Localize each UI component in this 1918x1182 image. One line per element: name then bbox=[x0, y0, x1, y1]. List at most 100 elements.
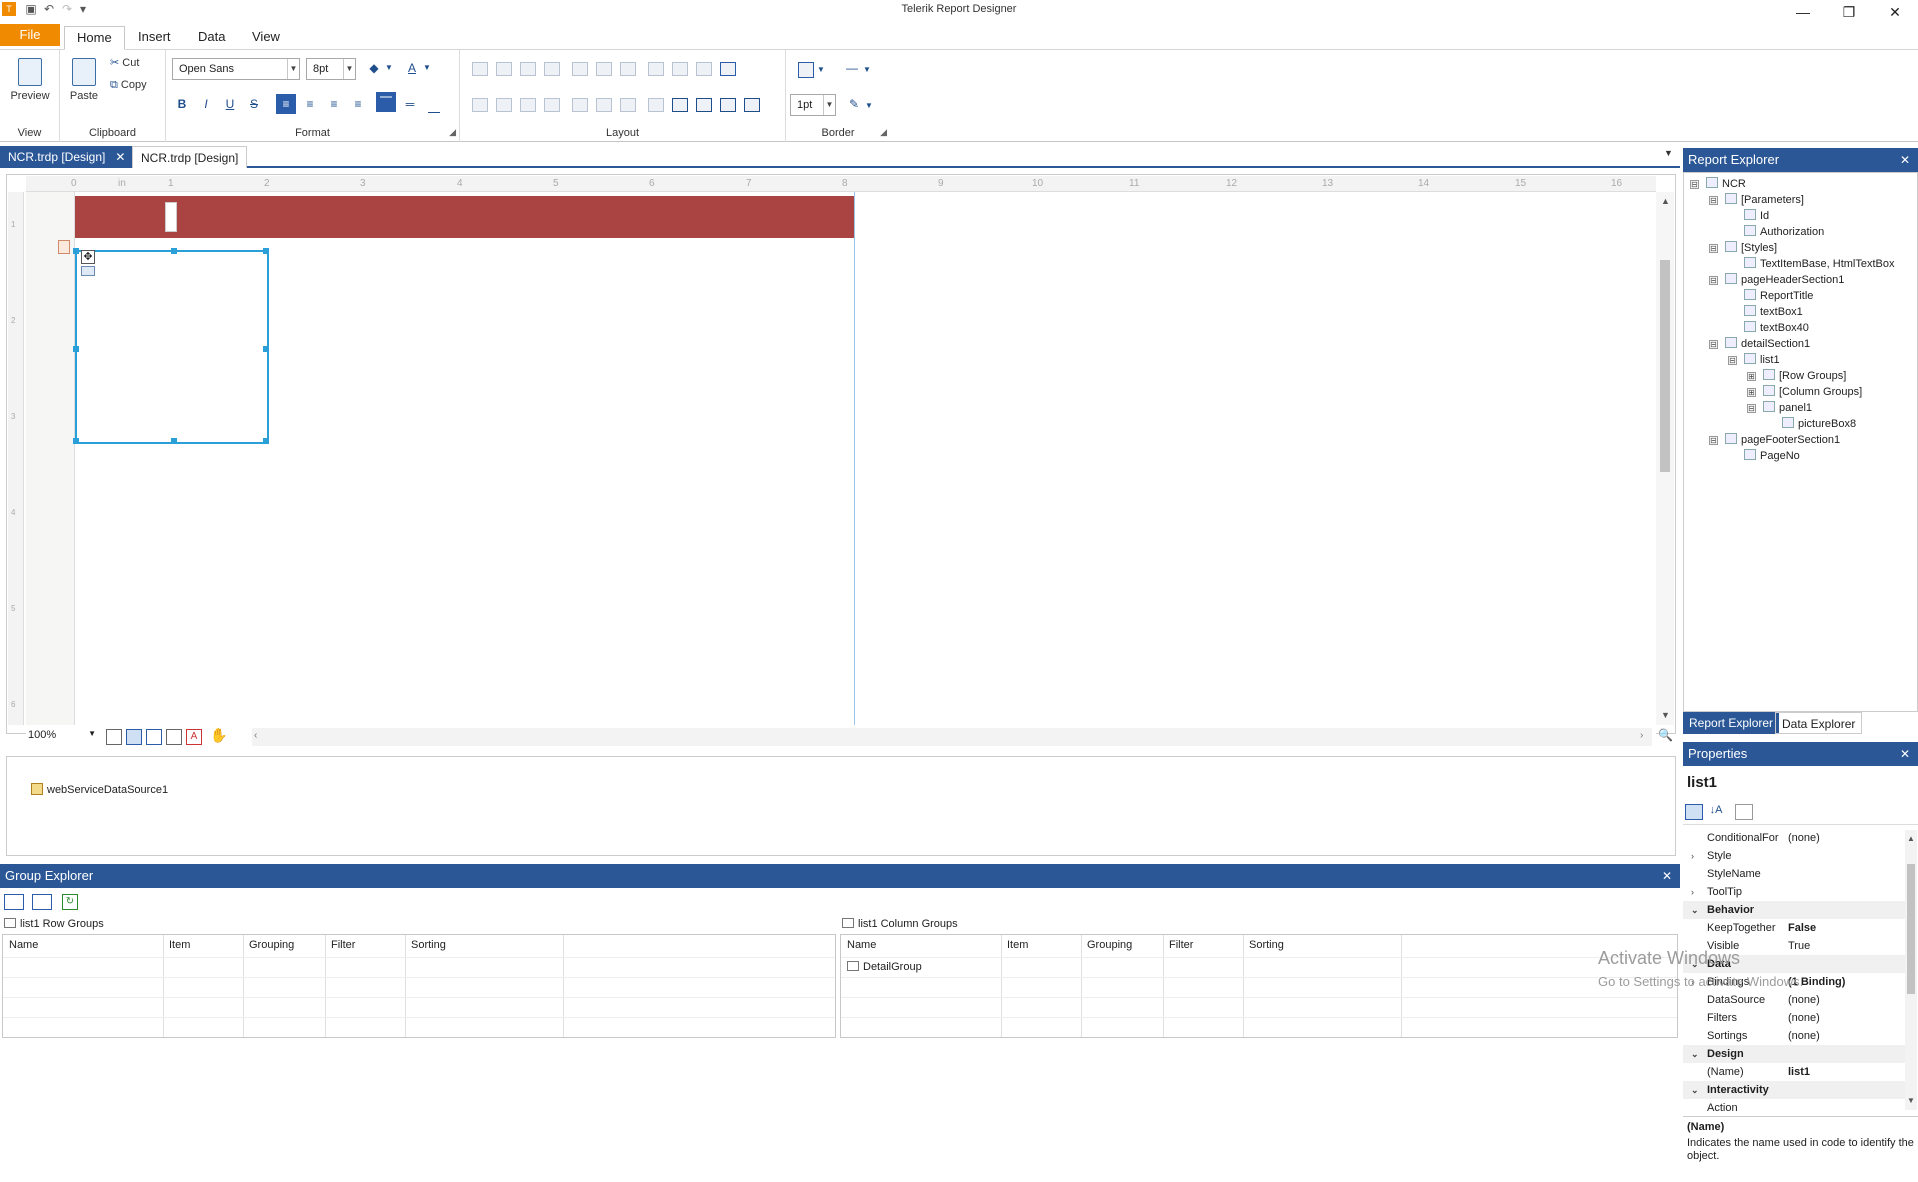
expander-icon[interactable]: ⌄ bbox=[1691, 901, 1699, 919]
categorized-icon[interactable] bbox=[1685, 804, 1703, 820]
property-value[interactable]: list1 bbox=[1788, 1063, 1903, 1081]
fill-color-icon[interactable]: ◆ bbox=[364, 58, 384, 78]
col-header-filter[interactable]: Filter bbox=[331, 939, 355, 951]
scroll-thumb[interactable] bbox=[1907, 864, 1915, 994]
tree-node[interactable]: [Parameters] bbox=[1725, 193, 1804, 206]
scroll-up-icon[interactable]: ▲ bbox=[1907, 834, 1915, 843]
borders-icon[interactable] bbox=[798, 62, 814, 78]
cut-button[interactable]: ✂ Cut bbox=[110, 54, 139, 72]
property-row[interactable]: › Style bbox=[1683, 847, 1905, 865]
page-header-band[interactable] bbox=[75, 196, 854, 238]
tree-expander-icon[interactable]: ⊟ bbox=[1747, 404, 1756, 413]
tree-node[interactable]: [Row Groups] bbox=[1763, 369, 1846, 382]
col-header-item[interactable]: Item bbox=[1007, 939, 1028, 951]
col-header-filter[interactable]: Filter bbox=[1169, 939, 1193, 951]
tree-expander-icon[interactable]: ⊟ bbox=[1709, 340, 1718, 349]
group-layout-icon[interactable] bbox=[4, 894, 24, 910]
copy-button[interactable]: ⧉ Copy bbox=[110, 76, 147, 94]
tree-node[interactable]: NCR bbox=[1706, 177, 1746, 190]
col-header-name[interactable]: Name bbox=[847, 939, 876, 951]
horizontal-spacing-remove-icon[interactable] bbox=[544, 98, 560, 112]
vertical-spacing-decrease-icon[interactable] bbox=[620, 98, 636, 112]
grid-toggle-icon[interactable] bbox=[106, 729, 122, 745]
tree-expander-icon[interactable]: ⊟ bbox=[1709, 196, 1718, 205]
expander-icon[interactable]: ⌄ bbox=[1691, 1045, 1699, 1063]
property-row[interactable]: DataSource (none) bbox=[1683, 991, 1905, 1009]
property-row[interactable]: Action bbox=[1683, 1099, 1905, 1114]
horizontal-spacing-increase-icon[interactable] bbox=[496, 98, 512, 112]
table-row[interactable]: DetailGroup bbox=[847, 961, 922, 973]
resize-handle[interactable] bbox=[171, 438, 177, 444]
make-same-width-icon[interactable] bbox=[648, 62, 664, 76]
col-header-name[interactable]: Name bbox=[9, 939, 38, 951]
align-center-icon[interactable]: ≡ bbox=[300, 94, 320, 114]
resize-handle[interactable] bbox=[73, 248, 79, 254]
tree-node[interactable]: pictureBox8 bbox=[1782, 417, 1856, 430]
align-middle-icon[interactable]: ═ bbox=[400, 94, 420, 114]
resize-handle[interactable] bbox=[171, 248, 177, 254]
property-category[interactable]: ⌄ Behavior bbox=[1683, 901, 1905, 919]
align-top-icon[interactable]: ⎺ bbox=[376, 92, 396, 112]
preview-button[interactable]: Preview bbox=[6, 58, 54, 102]
tab-file[interactable]: File bbox=[0, 24, 60, 46]
make-same-size-icon[interactable] bbox=[696, 62, 712, 76]
paste-button[interactable]: Paste bbox=[64, 58, 104, 102]
tree-node[interactable]: panel1 bbox=[1763, 401, 1812, 414]
scroll-thumb[interactable] bbox=[1660, 260, 1670, 472]
tree-expander-icon[interactable]: ⊟ bbox=[1690, 180, 1699, 189]
tree-node[interactable]: PageNo bbox=[1744, 449, 1800, 462]
property-category[interactable]: ⌄ Interactivity bbox=[1683, 1081, 1905, 1099]
property-row[interactable]: Sortings (none) bbox=[1683, 1027, 1905, 1045]
horizontal-spacing-equal-icon[interactable] bbox=[472, 98, 488, 112]
tree-expander-icon[interactable]: ⊟ bbox=[1709, 244, 1718, 253]
tab-view[interactable]: View bbox=[240, 26, 292, 50]
align-left-icon[interactable]: ≡ bbox=[276, 94, 296, 114]
tree-expander-icon[interactable]: ⊟ bbox=[1709, 436, 1718, 445]
expander-icon[interactable]: › bbox=[1691, 883, 1694, 901]
snap-to-grid-icon[interactable] bbox=[126, 729, 142, 745]
tree-node[interactable]: detailSection1 bbox=[1725, 337, 1810, 350]
tab-data-explorer[interactable]: Data Explorer bbox=[1775, 712, 1863, 734]
size-to-grid-icon[interactable] bbox=[720, 62, 736, 76]
expander-icon[interactable]: › bbox=[1691, 847, 1694, 865]
zoom-select[interactable]: 100% ▼ bbox=[28, 729, 98, 745]
align-centers-icon[interactable] bbox=[496, 62, 512, 76]
borders-dropdown-icon[interactable]: ▼ bbox=[816, 60, 826, 80]
border-color-icon[interactable]: ✎ bbox=[844, 94, 864, 114]
tree-node[interactable]: textBox40 bbox=[1744, 321, 1809, 334]
border-style-dropdown-icon[interactable]: ▼ bbox=[862, 60, 872, 80]
center-vertically-icon[interactable] bbox=[696, 98, 712, 112]
font-family-select[interactable]: Open Sans ▼ bbox=[172, 58, 300, 80]
scroll-left-icon[interactable]: ‹ bbox=[254, 730, 257, 741]
col-header-item[interactable]: Item bbox=[169, 939, 190, 951]
resize-handle[interactable] bbox=[73, 438, 79, 444]
bold-button[interactable]: B bbox=[172, 94, 192, 114]
tree-node[interactable]: textBox1 bbox=[1744, 305, 1803, 318]
resize-handle[interactable] bbox=[263, 346, 269, 352]
tree-node[interactable]: Id bbox=[1744, 209, 1769, 222]
col-header-sorting[interactable]: Sorting bbox=[1249, 939, 1284, 951]
scroll-down-icon[interactable]: ▼ bbox=[1661, 710, 1670, 720]
center-horizontally-icon[interactable] bbox=[672, 98, 688, 112]
section-selector-icon[interactable] bbox=[58, 240, 70, 254]
make-same-height-icon[interactable] bbox=[672, 62, 688, 76]
col-header-grouping[interactable]: Grouping bbox=[249, 939, 294, 951]
tree-expander-icon[interactable]: ⊟ bbox=[1709, 276, 1718, 285]
align-justify-icon[interactable]: ≡ bbox=[348, 94, 368, 114]
align-lefts-icon[interactable] bbox=[472, 62, 488, 76]
tree-node[interactable]: [Styles] bbox=[1725, 241, 1777, 254]
italic-button[interactable]: I bbox=[196, 94, 216, 114]
property-category[interactable]: ⌄ Design bbox=[1683, 1045, 1905, 1063]
property-row[interactable]: (Name) list1 bbox=[1683, 1063, 1905, 1081]
resize-handle[interactable] bbox=[263, 248, 269, 254]
hand-tool-icon[interactable]: ✋ bbox=[210, 727, 227, 744]
font-color-icon[interactable]: A bbox=[402, 58, 422, 78]
close-icon[interactable]: ✕ bbox=[1662, 864, 1672, 888]
group-view-icon[interactable] bbox=[32, 894, 52, 910]
doc-tab[interactable]: NCR.trdp [Design] bbox=[132, 146, 248, 168]
property-row[interactable]: ConditionalFor (none) bbox=[1683, 829, 1905, 847]
tree-node[interactable]: pageHeaderSection1 bbox=[1725, 273, 1844, 286]
tree-expander-icon[interactable]: ⊞ bbox=[1747, 372, 1756, 381]
resize-handle[interactable] bbox=[73, 346, 79, 352]
font-color-dropdown-icon[interactable]: ▼ bbox=[422, 58, 432, 78]
